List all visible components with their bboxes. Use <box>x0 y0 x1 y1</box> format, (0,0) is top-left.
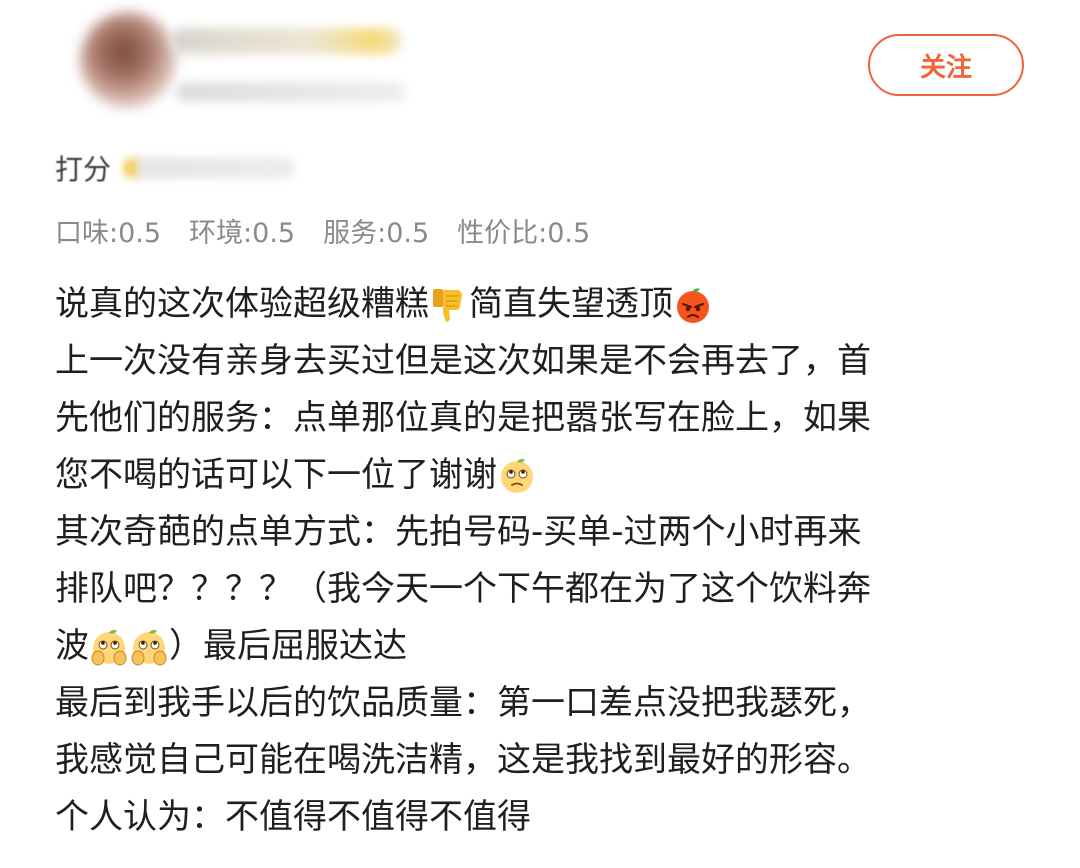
review-text: 我感觉自己可能在喝洗洁精，这是我找到最好的形容。 <box>55 740 871 780</box>
facepalm-orange-icon <box>131 629 167 665</box>
review-line: 排队吧？？？？（我今天一个下午都在为了这个饮料奔 <box>55 561 1055 618</box>
review-line: 先他们的服务：点单那位真的是把嚣张写在脸上，如果 <box>55 390 1055 447</box>
rating-stars-redacted <box>123 157 296 179</box>
review-line: 最后到我手以后的饮品质量：第一口差点没把我瑟死， <box>55 675 1055 732</box>
rating-label: 打分 <box>55 153 112 186</box>
review-card: 关注 打分 口味:0.5 环境:0.5 服务:0.5 性价比:0.5 说真的这次… <box>0 0 1080 868</box>
review-text: ）最后屈服达达 <box>169 626 407 666</box>
review-line: 波 ）最后屈服达达 <box>55 618 1055 675</box>
review-text: 简直失望透顶 <box>469 284 673 324</box>
review-text: 排队吧？？？？（我今天一个下午都在为了这个饮料奔 <box>55 569 871 609</box>
rating-row: 打分 <box>55 146 296 190</box>
review-text: 其次奇葩的点单方式：先拍号码-买单-过两个小时再来 <box>55 512 862 552</box>
avatar[interactable] <box>80 12 176 108</box>
follow-button[interactable]: 关注 <box>868 34 1024 96</box>
thumbs-down-icon <box>433 288 462 322</box>
angry-orange-icon <box>677 287 709 323</box>
facepalm-orange-icon <box>91 629 127 665</box>
review-line: 上一次没有亲身去买过但是这次如果是不会再去了，首 <box>55 333 1055 390</box>
review-text: 个人认为：不值得不值得不值得 <box>55 797 531 837</box>
review-text: 说真的这次体验超级糟糕 <box>55 284 429 324</box>
review-body: 说真的这次体验超级糟糕 简直失望透顶 上一次没有亲身去买过但是这次如果是不会再去… <box>55 276 1055 846</box>
username-redacted[interactable] <box>170 28 402 54</box>
review-text: 先他们的服务：点单那位真的是把嚣张写在脸上，如果 <box>55 398 871 438</box>
score-taste: 口味:0.5 <box>55 217 162 249</box>
review-text: 最后到我手以后的饮品质量：第一口差点没把我瑟死， <box>55 683 871 723</box>
score-value: 性价比:0.5 <box>457 217 591 249</box>
review-line: 其次奇葩的点单方式：先拍号码-买单-过两个小时再来 <box>55 504 1055 561</box>
eyeroll-orange-icon <box>501 458 533 493</box>
review-text: 您不喝的话可以下一位了谢谢 <box>55 455 497 495</box>
review-line: 您不喝的话可以下一位了谢谢 <box>55 447 1055 504</box>
review-line: 我感觉自己可能在喝洗洁精，这是我找到最好的形容。 <box>55 732 1055 789</box>
user-meta-redacted <box>176 82 406 102</box>
score-environment: 环境:0.5 <box>189 217 296 249</box>
review-line: 说真的这次体验超级糟糕 简直失望透顶 <box>55 276 1055 333</box>
review-line: 个人认为：不值得不值得不值得 <box>55 789 1055 846</box>
review-text: 波 <box>55 626 89 666</box>
review-text: 上一次没有亲身去买过但是这次如果是不会再去了，首 <box>55 341 871 381</box>
scores-row: 口味:0.5 环境:0.5 服务:0.5 性价比:0.5 <box>55 210 590 250</box>
score-service: 服务:0.5 <box>323 217 430 249</box>
